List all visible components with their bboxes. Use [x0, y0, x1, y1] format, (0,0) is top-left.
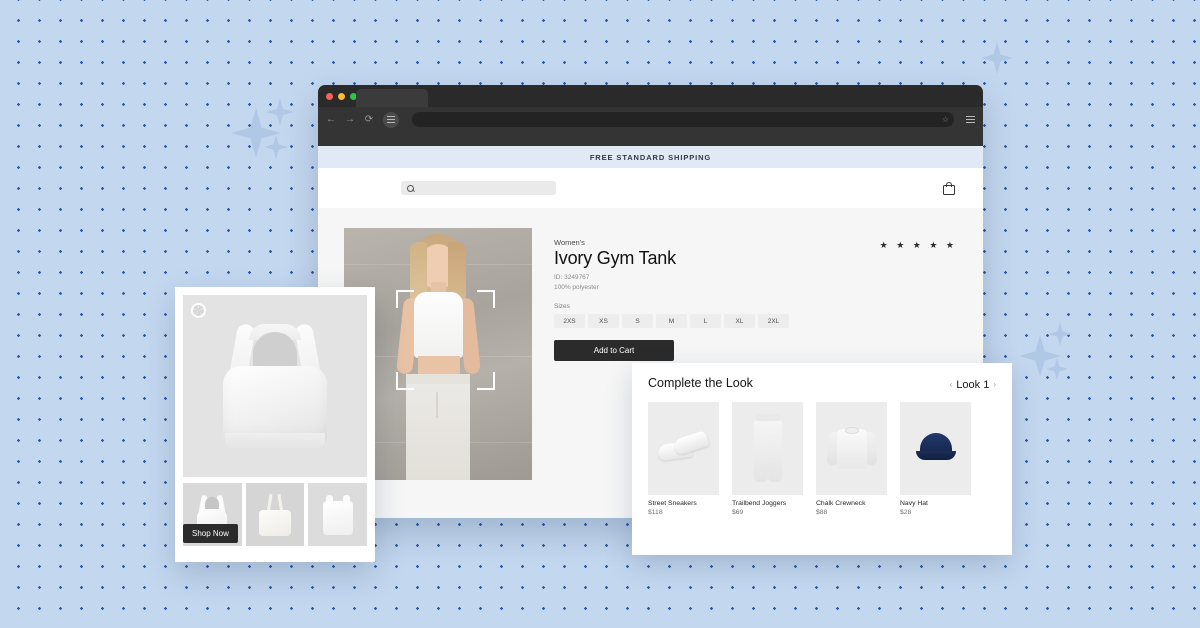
crewneck-illustration — [825, 425, 878, 471]
look-item-card[interactable]: Street Sneakers $118 — [648, 401, 719, 516]
look-item-thumbnail[interactable] — [732, 401, 803, 495]
product-category: Women's — [554, 238, 585, 247]
browser-tab[interactable] — [356, 89, 428, 107]
look-item-price: $28 — [900, 508, 912, 516]
next-look-icon[interactable]: › — [993, 380, 996, 389]
cap-illustration — [913, 433, 959, 463]
sparkle-decoration — [264, 135, 288, 159]
thumbnail-strappy-cami[interactable] — [245, 483, 305, 546]
bookmark-icon[interactable]: ☆ — [942, 115, 949, 124]
sparkle-decoration — [231, 108, 281, 158]
size-option-2xl[interactable]: 2XL — [758, 314, 789, 329]
visual-search-main-image[interactable] — [183, 295, 367, 477]
look-item-thumbnail[interactable] — [816, 401, 887, 495]
size-option-m[interactable]: M — [656, 314, 687, 329]
browser-titlebar — [318, 85, 983, 107]
sizes-label: Sizes — [554, 303, 570, 311]
reload-icon[interactable]: ⟳ — [364, 114, 374, 125]
joggers-illustration — [751, 414, 785, 482]
look-item-price: $118 — [648, 508, 663, 516]
complete-the-look-panel: Complete the Look ‹ Look 1 › Street Snea… — [632, 363, 1012, 555]
size-option-xl[interactable]: XL — [724, 314, 755, 329]
look-navigation[interactable]: ‹ Look 1 › — [950, 379, 996, 391]
look-item-name: Chalk Crewneck — [816, 499, 866, 507]
size-selector[interactable]: 2XS XS S M L XL 2XL — [554, 314, 957, 329]
sneakers-illustration — [656, 430, 710, 465]
product-material: 100% polyester — [554, 284, 599, 292]
look-item-name: Navy Hat — [900, 499, 928, 507]
size-option-2xs[interactable]: 2XS — [554, 314, 585, 329]
browser-menu-icon[interactable] — [966, 115, 975, 124]
product-detection-box[interactable] — [396, 290, 495, 390]
close-window-button[interactable] — [326, 92, 333, 100]
prev-look-icon[interactable]: ‹ — [950, 380, 953, 389]
complete-the-look-title: Complete the Look — [648, 376, 753, 390]
search-input[interactable] — [401, 181, 556, 195]
look-label: Look 1 — [956, 378, 990, 391]
look-items-grid: Street Sneakers $118 Trailbend Joggers $… — [648, 401, 996, 516]
camera-aperture-icon[interactable] — [191, 303, 206, 318]
look-item-name: Trailbend Joggers — [732, 499, 787, 507]
complete-the-look-header: Complete the Look ‹ Look 1 › — [648, 376, 996, 391]
sports-bra-illustration — [215, 322, 335, 449]
window-controls[interactable] — [326, 92, 357, 100]
forward-icon[interactable]: → — [345, 114, 355, 125]
look-item-card[interactable]: Trailbend Joggers $69 — [732, 401, 803, 516]
sparkle-decoration — [1019, 335, 1061, 377]
site-info-icon[interactable] — [383, 111, 399, 128]
look-item-card[interactable]: Chalk Crewneck $88 — [816, 401, 887, 516]
size-option-xs[interactable]: XS — [588, 314, 619, 329]
product-id: ID: 3249767 — [554, 274, 590, 281]
sparkle-decoration — [266, 98, 294, 126]
look-item-thumbnail[interactable] — [648, 401, 719, 495]
look-item-name: Street Sneakers — [648, 499, 697, 507]
sparkle-decoration — [1046, 358, 1068, 380]
visual-search-card: Shop Now — [175, 287, 375, 562]
size-option-s[interactable]: S — [622, 314, 653, 329]
browser-toolbar: ← → ⟳ ☆ — [318, 107, 983, 132]
visual-search-thumbnails: Shop Now — [183, 483, 368, 546]
look-item-price: $88 — [816, 508, 828, 516]
look-item-thumbnail[interactable] — [900, 401, 971, 495]
shipping-banner: FREE STANDARD SHIPPING — [318, 146, 983, 168]
sparkle-decoration — [981, 42, 1013, 74]
thumbnail-crop-tank[interactable] — [308, 483, 368, 546]
browser-chrome-filler — [318, 132, 983, 146]
shopping-bag-icon[interactable] — [943, 181, 955, 195]
site-header — [318, 168, 983, 208]
back-icon[interactable]: ← — [326, 114, 336, 125]
minimize-window-button[interactable] — [338, 92, 345, 100]
url-bar[interactable]: ☆ — [412, 112, 954, 127]
sparkle-decoration — [1048, 322, 1072, 346]
size-option-l[interactable]: L — [690, 314, 721, 329]
look-item-card[interactable]: Navy Hat $28 — [900, 401, 971, 516]
search-icon — [407, 184, 414, 192]
shop-now-tooltip[interactable]: Shop Now — [183, 524, 238, 543]
page-title: Ivory Gym Tank — [554, 248, 676, 268]
look-item-price: $69 — [732, 508, 744, 516]
add-to-cart-button[interactable]: Add to Cart — [554, 340, 674, 362]
rating-stars: ★ ★ ★ ★ ★ — [879, 240, 957, 250]
